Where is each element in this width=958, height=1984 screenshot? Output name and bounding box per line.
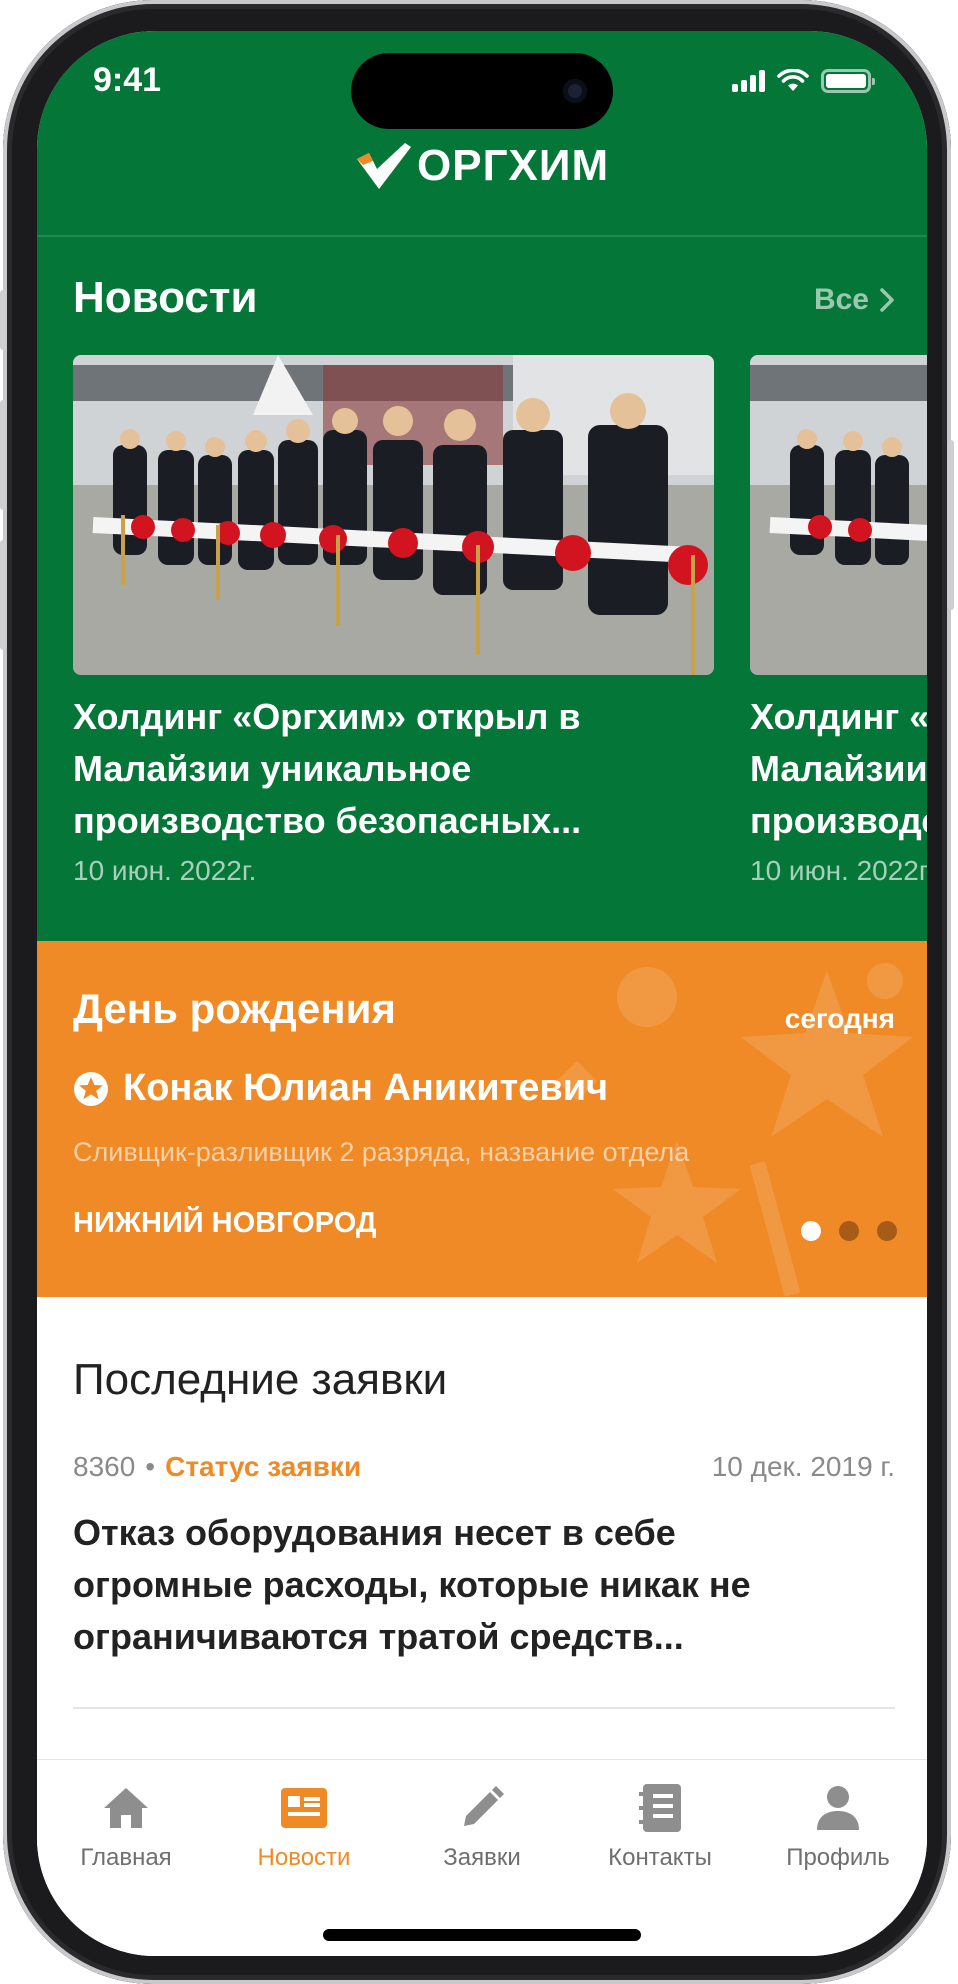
home-icon [104,1788,148,1828]
star-badge-icon [74,1071,108,1106]
home-indicator[interactable] [323,1929,641,1941]
profile-icon [817,1786,859,1830]
phone-frame: 9:41 ОРГХИМ Новости Все Холдинг «Оргхим»… [0,0,954,1984]
birthday-city: НИЖНИЙ НОВГОРОД [73,1207,377,1239]
request-text-line: ограничиваются тратой средств... [73,1616,684,1657]
separator-dot: • [145,1451,156,1482]
news-card[interactable]: Холдинг «Оргхим» открыл в Малайзии уника… [750,355,927,887]
page-indicator[interactable] [801,1221,897,1241]
pencil-icon [464,1786,504,1826]
see-all-news-link[interactable]: Все [814,283,895,317]
request-status: Статус заявки [165,1451,362,1482]
tab-requests[interactable]: Заявки [393,1780,571,1872]
tab-profile[interactable]: Профиль [749,1780,927,1872]
volume-down-button [0,540,6,650]
tab-label: Главная [80,1844,172,1871]
news-date: 10 июн. 2022г. [73,855,257,886]
news-headline-line: Холдинг «Оргхим» открыл в [73,696,581,737]
screen: 9:41 ОРГХИМ Новости Все Холдинг «Оргхим»… [37,31,927,1956]
request-number: 8360 [73,1451,136,1482]
header-divider [37,235,927,237]
chevron-right-icon [880,288,894,312]
cellular-signal-icon [732,70,765,92]
contacts-icon [639,1784,681,1832]
see-all-label: Все [813,283,869,316]
tab-news[interactable]: Новости [215,1780,393,1872]
page-dot[interactable] [839,1221,859,1241]
tab-label: Заявки [443,1844,521,1871]
birthday-card[interactable]: День рождения сегодня Конак Юлиан Аникит… [37,941,927,1297]
birthday-person: Конак Юлиан Аникитевич [73,1067,608,1110]
requests-title: Последние заявки [73,1355,448,1404]
status-time: 9:41 [93,61,162,99]
tab-label: Контакты [608,1844,712,1871]
list-divider [73,1707,895,1709]
logo-checkmark-icon [357,143,411,189]
page-dot[interactable] [801,1221,821,1241]
tab-contacts[interactable]: Контакты [571,1780,749,1872]
news-headline-line: производство безопасных... [750,800,927,841]
action-button [0,290,6,350]
news-icon [281,1788,327,1828]
request-date: 10 дек. 2019 г. [711,1451,895,1482]
birthday-role: Сливщик-разливщик 2 разряда, название от… [73,1137,690,1167]
request-text-line: Отказ оборудования несет в себе [73,1512,676,1553]
birthday-name: Конак Юлиан Аникитевич [123,1067,609,1109]
news-headline-line: производство безопасных... [73,800,582,841]
tab-home[interactable]: Главная [37,1780,215,1872]
volume-up-button [0,400,6,510]
news-headline-line: Холдинг «Оргхим» открыл в [750,696,927,737]
page-dot[interactable] [877,1221,897,1241]
logo-text: ОРГХИМ [417,141,610,190]
news-headline-line: Малайзии уникальное [750,748,927,789]
orgkhim-logo: ОРГХИМ [355,139,609,193]
news-date: 10 июн. 2022г. [750,855,927,886]
camera-icon [563,79,587,103]
news-card[interactable]: Холдинг «Оргхим» открыл в Малайзии уника… [73,355,714,887]
request-text-line: огромные расходы, которые никак не [73,1564,751,1605]
news-photo [73,355,714,675]
status-icons [732,69,875,93]
birthday-when: сегодня [784,1003,895,1034]
news-headline-line: Малайзии уникальное [73,748,472,789]
power-button [948,440,954,610]
dynamic-island [351,53,613,129]
request-meta[interactable]: 8360 • Статус заявки 10 дек. 2019 г. [73,1451,895,1483]
battery-icon [821,69,875,93]
birthday-title: День рождения [73,985,396,1032]
tab-label: Профиль [786,1844,890,1871]
request-text[interactable]: Отказ оборудования несет в себе огромные… [73,1507,873,1663]
news-photo [750,355,927,675]
news-title: Новости [73,273,258,322]
news-section: 9:41 ОРГХИМ Новости Все Холдинг «Оргхим»… [37,31,927,941]
wifi-icon [777,69,809,91]
tab-label: Новости [257,1844,351,1871]
tab-bar: Главная Новости Заявки Контакты Профиль [37,1759,927,1956]
